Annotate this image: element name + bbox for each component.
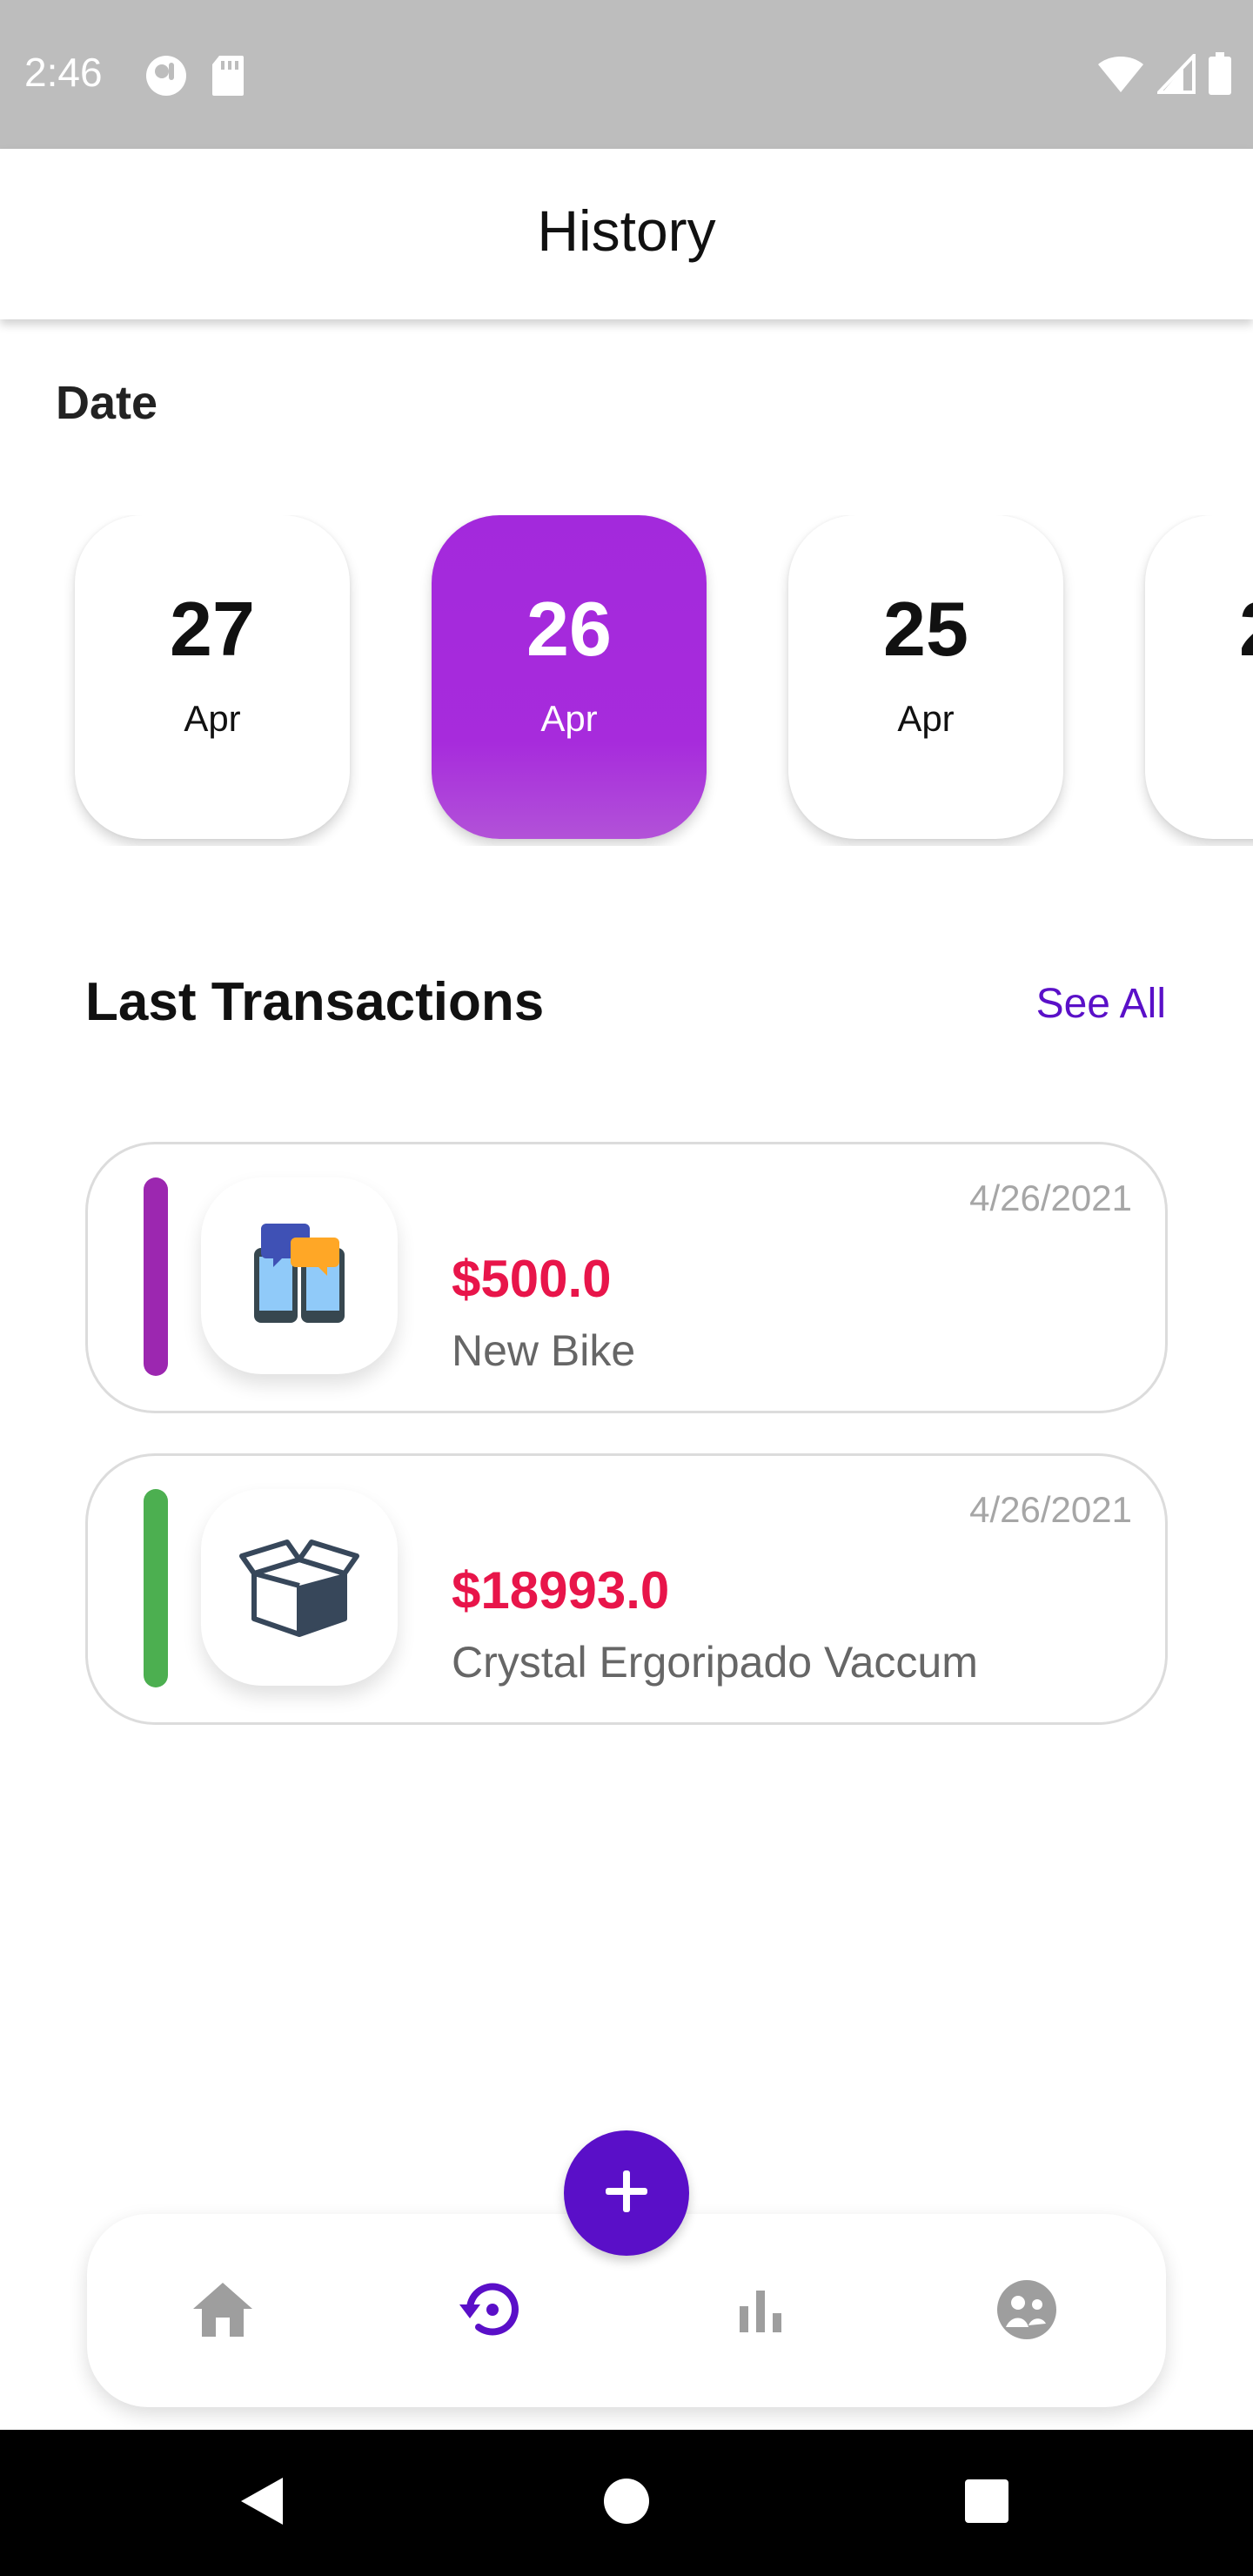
bar-chart-icon [734,2284,787,2340]
history-icon [456,2275,526,2349]
date-card[interactable]: 27 Apr [75,515,350,839]
transaction-icon-box [201,1177,398,1374]
page-title: History [537,198,716,263]
cellular-signal-icon [1155,51,1196,98]
last-transactions-title: Last Transactions [85,972,545,1032]
recents-icon [963,2478,1010,2529]
transaction-accent-bar [144,1177,168,1376]
sd-card-icon [211,54,245,102]
plus-icon [602,2167,651,2220]
date-strip[interactable]: 27 Apr 26 Apr 25 Apr 2 [0,515,1253,846]
wifi-icon [1096,54,1145,98]
transaction-name: New Bike [452,1326,636,1375]
transaction-date: 4/26/2021 [969,1489,1132,1530]
transaction-accent-bar [144,1489,168,1687]
status-bar: 2:46 [0,0,1253,149]
notification-app-icon [144,54,188,102]
transaction-card[interactable]: 4/26/2021 $18993.0 Crystal Ergoripado Va… [85,1453,1168,1725]
add-transaction-button[interactable] [564,2130,689,2256]
home-circle-icon [602,2477,651,2530]
transaction-name: Crystal Ergoripado Vaccum [452,1638,978,1687]
date-card-selected[interactable]: 26 Apr [432,515,707,839]
nav-stats[interactable] [714,2264,807,2358]
date-card-partial[interactable]: 2 [1145,515,1253,839]
date-card[interactable]: 25 Apr [788,515,1063,839]
transaction-amount: $18993.0 [452,1561,670,1620]
face-icon [994,2277,1060,2347]
date-month: Apr [184,698,241,739]
system-back-button[interactable] [226,2468,296,2538]
transaction-icon-box [201,1489,398,1686]
transaction-amount: $500.0 [452,1250,612,1308]
nav-profile[interactable] [980,2264,1074,2358]
date-day: 27 [170,586,255,672]
battery-icon [1208,52,1232,100]
back-icon [236,2474,286,2532]
date-day: 2 [1145,585,1253,674]
system-recents-button[interactable] [952,2468,1022,2538]
date-month: Apr [540,698,598,739]
status-time: 2:46 [24,50,103,95]
phones-chat-icon [247,1222,352,1331]
nav-history[interactable] [444,2264,538,2358]
home-icon [190,2279,256,2345]
see-all-link[interactable]: See All [1036,980,1166,1028]
date-day: 26 [526,586,612,672]
date-day: 25 [883,586,968,672]
nav-home[interactable] [176,2264,270,2358]
system-home-button[interactable] [592,2468,661,2538]
date-month: Apr [897,698,955,739]
system-nav-bar [0,2430,1253,2576]
transaction-date: 4/26/2021 [969,1177,1132,1218]
date-section-label: Date [56,377,158,429]
open-box-icon [238,1533,360,1642]
transaction-card[interactable]: 4/26/2021 $500.0 New Bike [85,1142,1168,1413]
app-bar: History [0,149,1253,319]
